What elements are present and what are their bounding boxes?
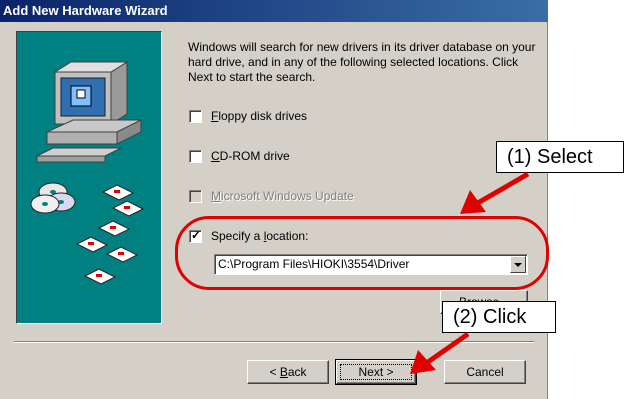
select-arrow-icon [460,171,530,214]
annotation-arrows [410,171,530,374]
click-arrow-icon [410,331,470,374]
